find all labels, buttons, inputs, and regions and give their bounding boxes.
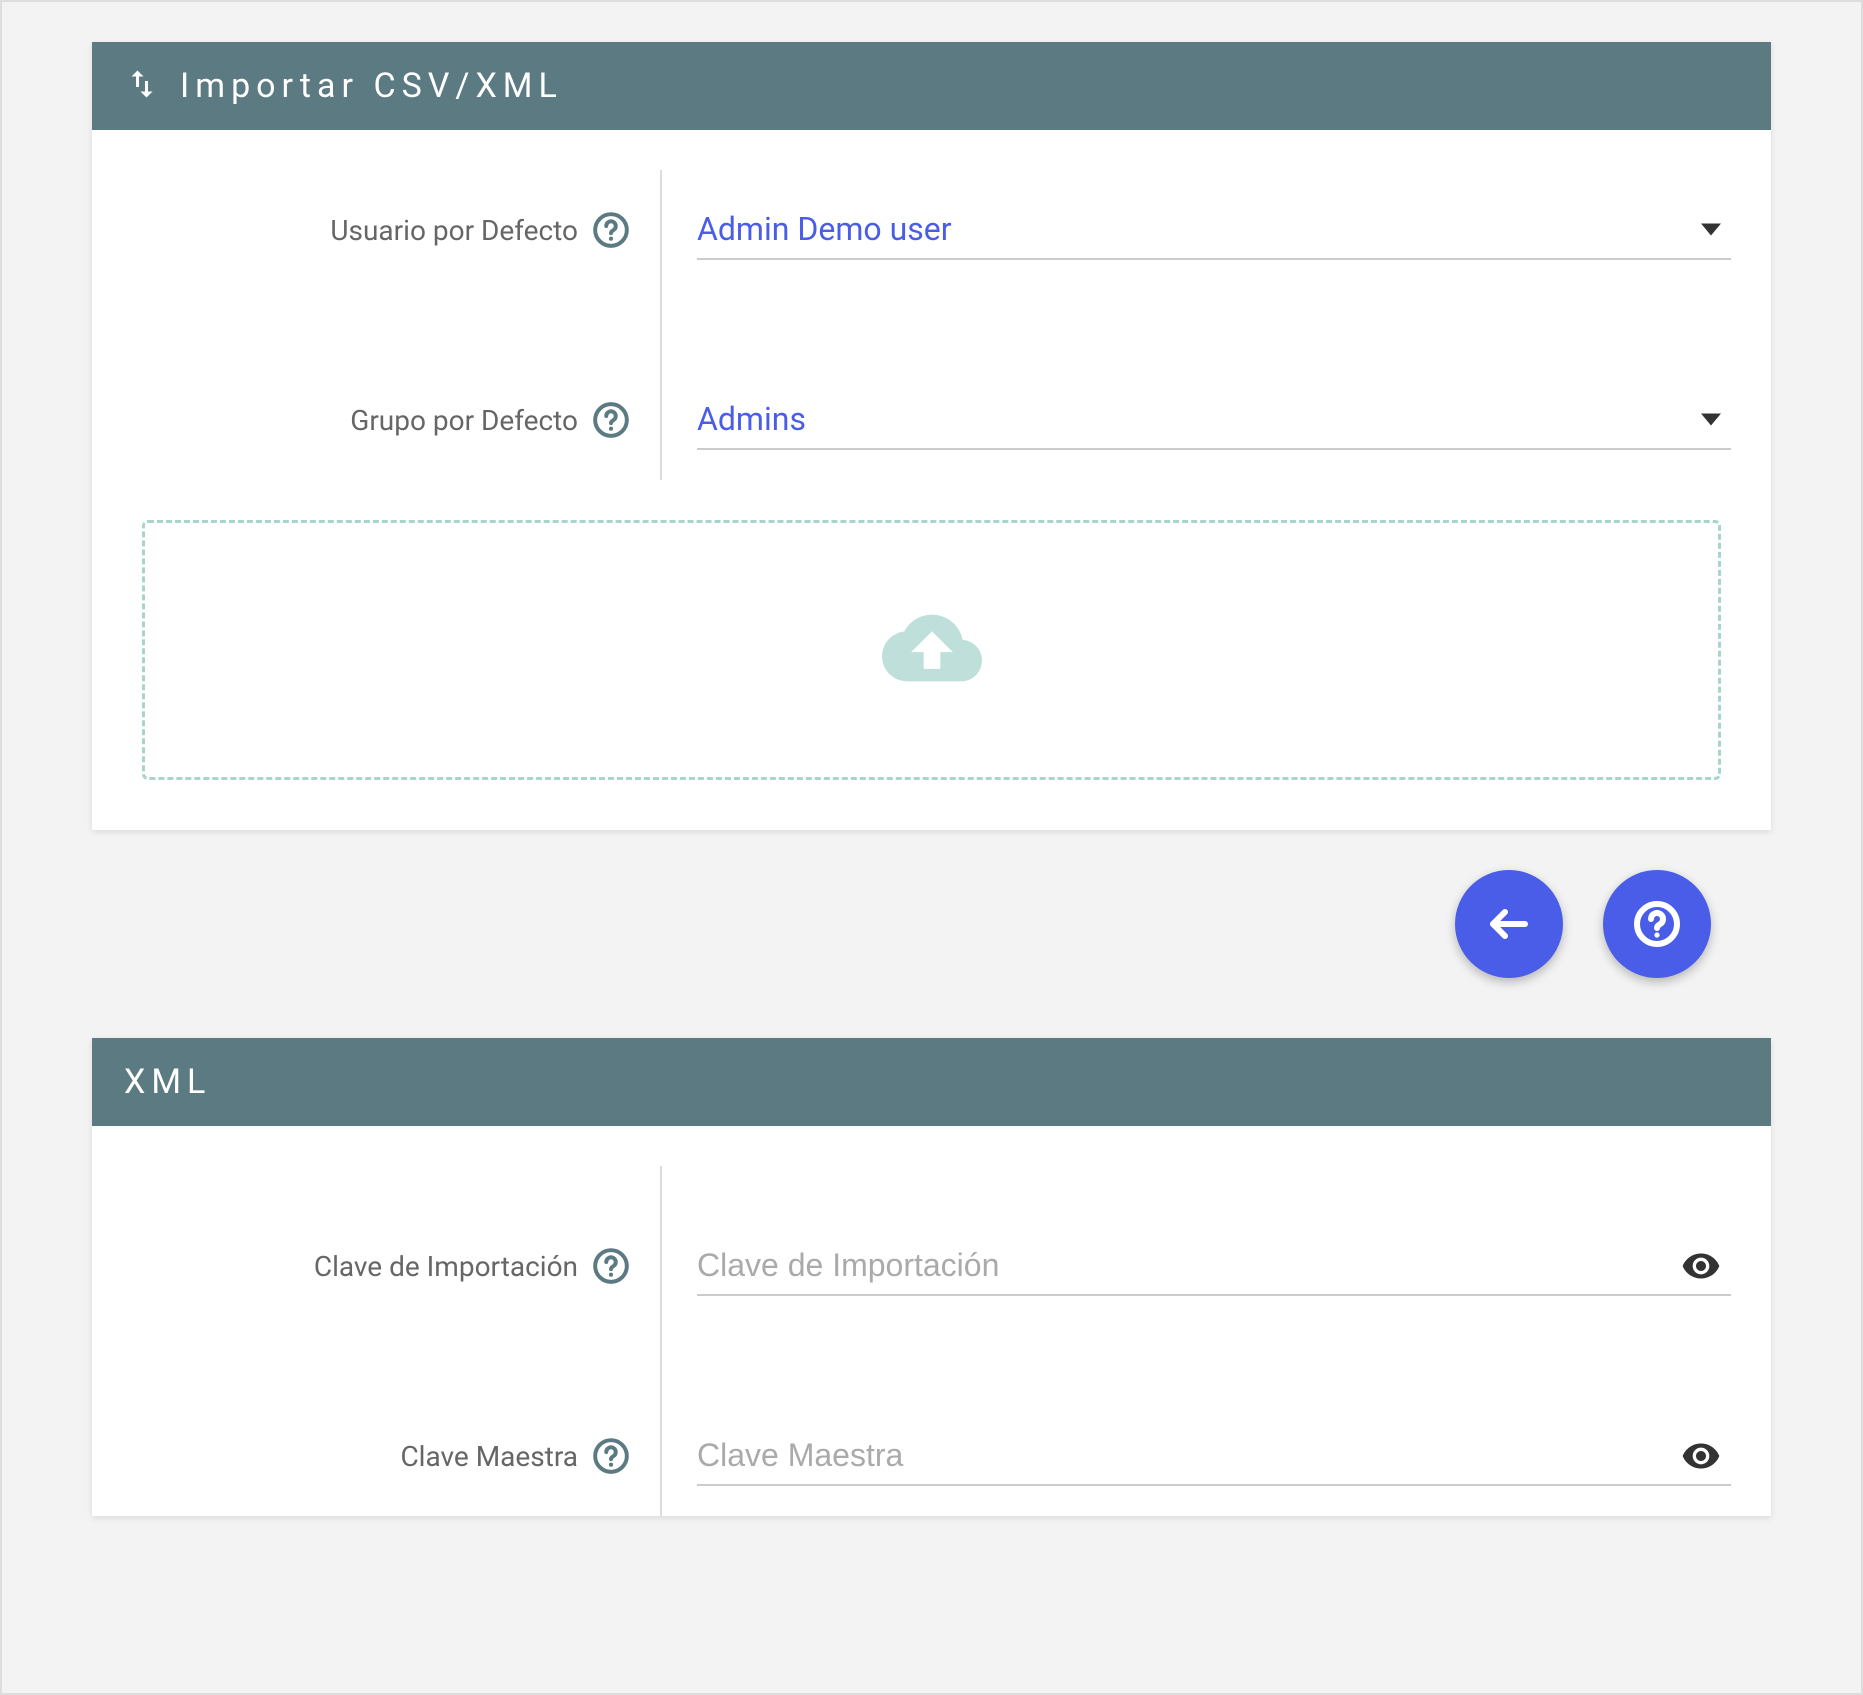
help-icon[interactable] [592, 401, 630, 439]
visibility-icon[interactable] [1681, 1436, 1721, 1476]
help-icon[interactable] [592, 1247, 630, 1285]
help-button[interactable] [1603, 870, 1711, 978]
import-card-body: Usuario por Defecto Grupo por Defecto [92, 130, 1771, 830]
default-user-label: Usuario por Defecto [330, 214, 578, 247]
xml-card-body: Clave de Importación Clave Maestra [92, 1126, 1771, 1516]
file-dropzone[interactable] [142, 520, 1721, 780]
fab-row [92, 870, 1771, 1038]
xml-card: XML Clave de Importación Clave Maestra [92, 1038, 1771, 1516]
default-user-select[interactable]: Admin Demo user [697, 200, 1731, 260]
master-key-input[interactable] [697, 1427, 1731, 1486]
import-card-header: Importar CSV/XML [92, 42, 1771, 130]
cloud-upload-icon [862, 598, 1002, 702]
default-group-label: Grupo por Defecto [350, 404, 578, 437]
visibility-icon[interactable] [1681, 1246, 1721, 1286]
default-group-select[interactable]: Admins [697, 390, 1731, 450]
xml-card-title: XML [124, 1062, 211, 1102]
back-button[interactable] [1455, 870, 1563, 978]
swap-vert-icon [124, 66, 160, 106]
import-card-title: Importar CSV/XML [180, 66, 563, 106]
import-card: Importar CSV/XML Usuario por Defecto Gru… [92, 42, 1771, 830]
xml-card-header: XML [92, 1038, 1771, 1126]
import-key-label: Clave de Importación [314, 1250, 578, 1283]
master-key-label: Clave Maestra [400, 1440, 578, 1473]
help-icon[interactable] [592, 1437, 630, 1475]
help-icon[interactable] [592, 211, 630, 249]
import-key-input[interactable] [697, 1237, 1731, 1296]
